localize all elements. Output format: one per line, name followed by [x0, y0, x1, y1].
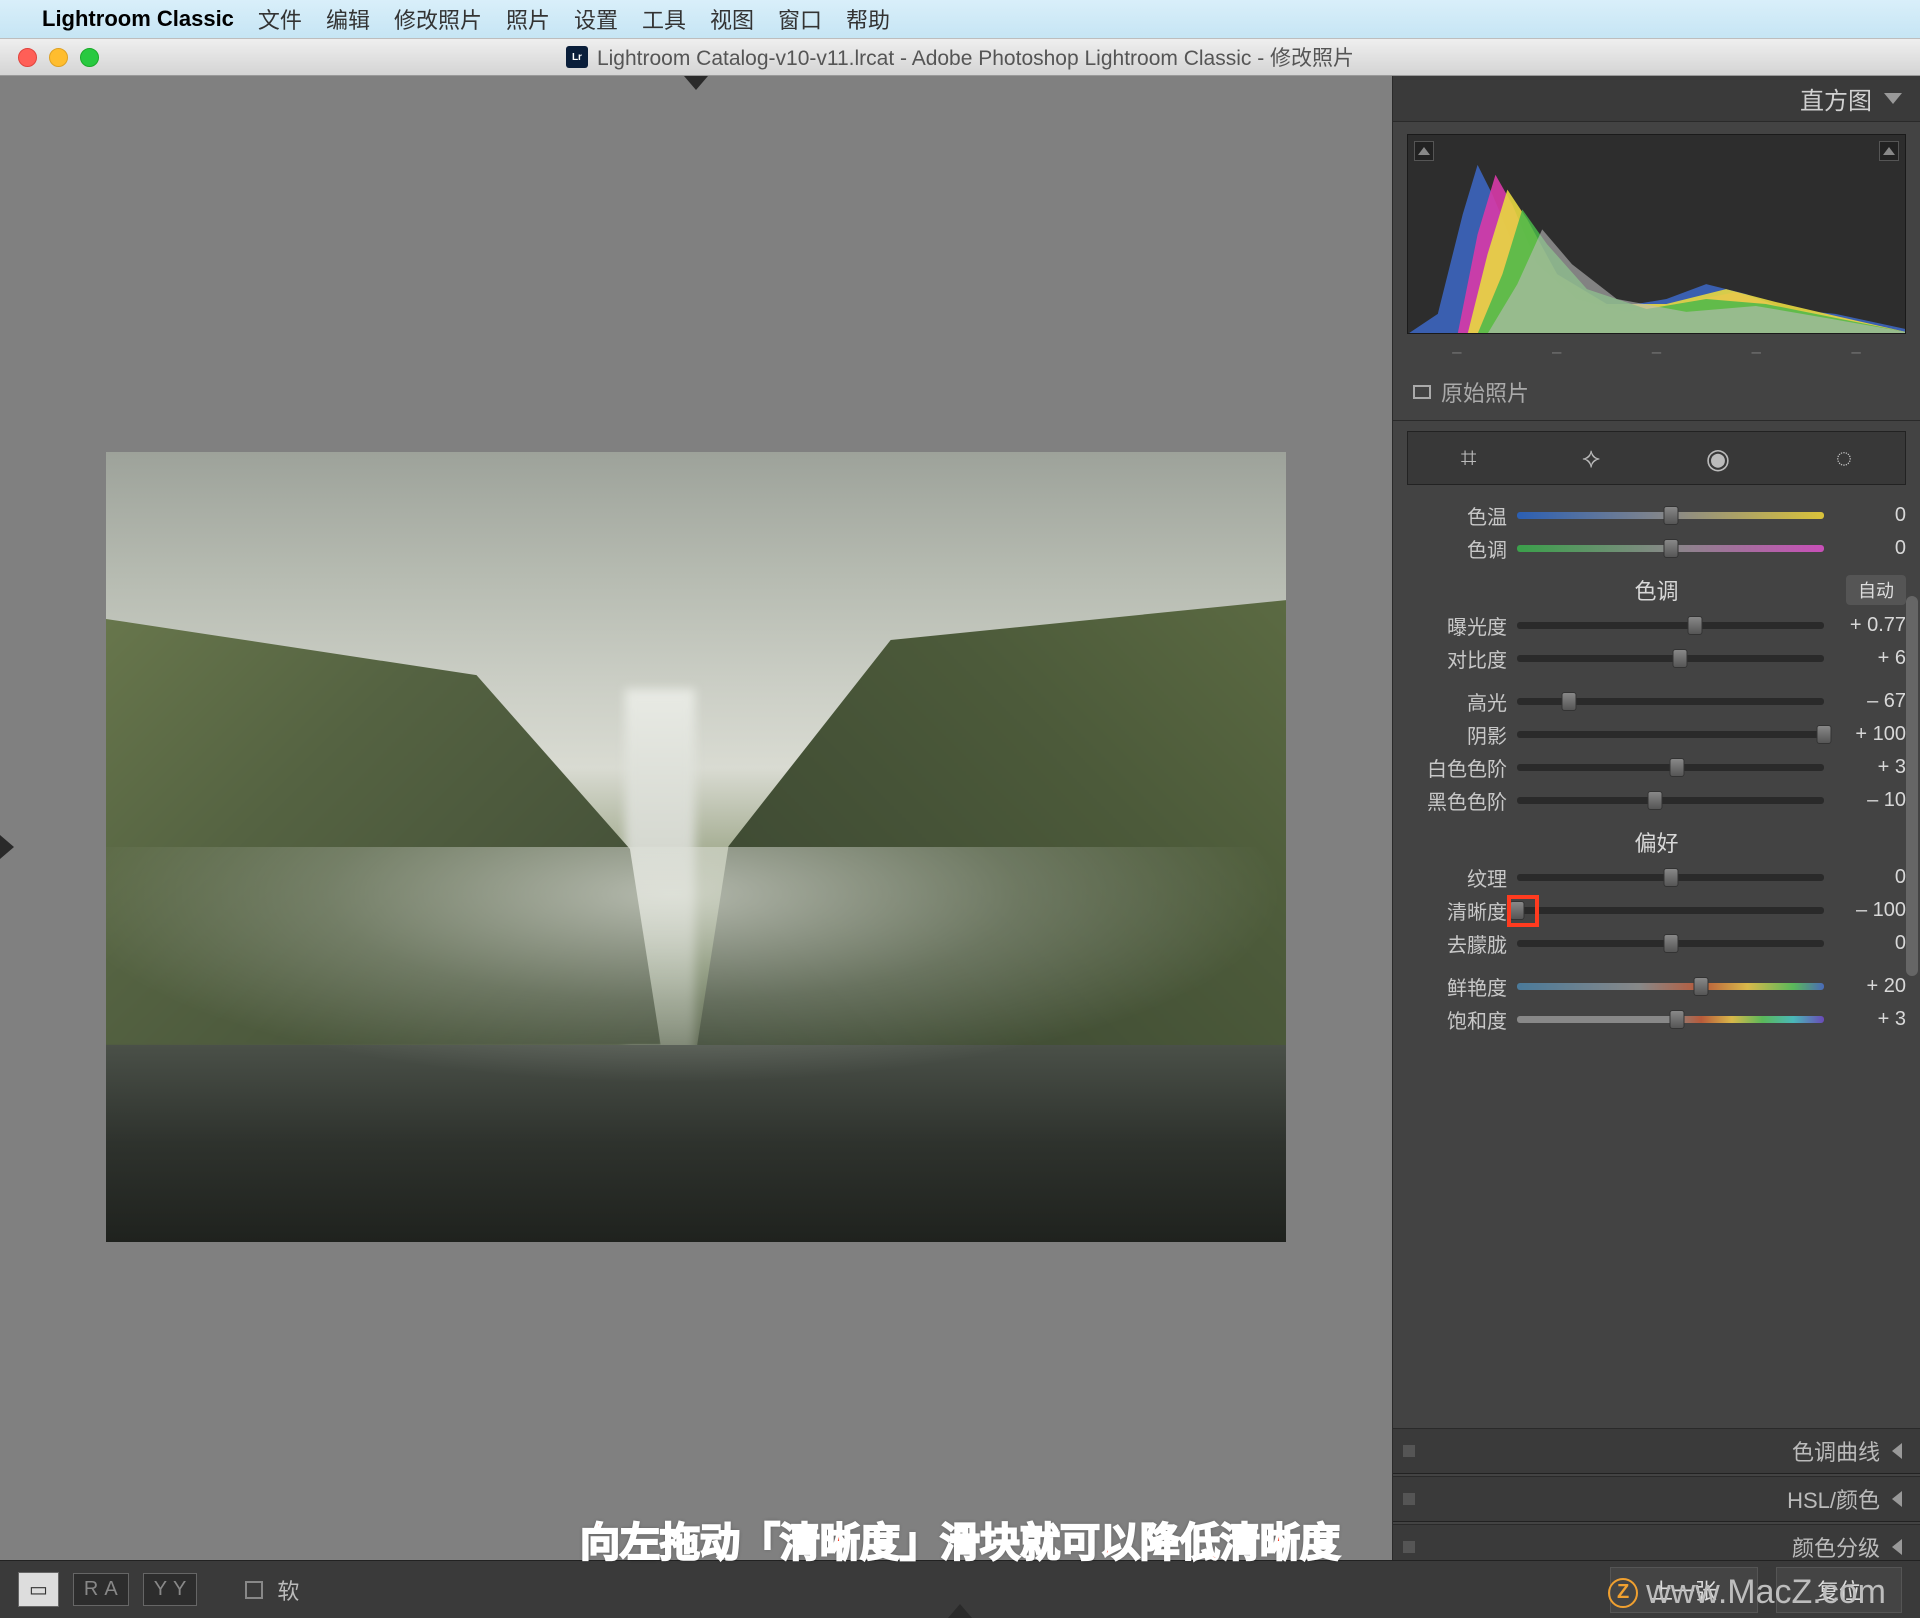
chevron-left-icon — [1892, 1539, 1902, 1555]
app-name[interactable]: Lightroom Classic — [42, 6, 234, 32]
window-title: Lightroom Catalog-v10-v11.lrcat - Adobe … — [597, 42, 1354, 72]
softproof-checkbox[interactable] — [245, 1581, 263, 1599]
window-titlebar: Lr Lightroom Catalog-v10-v11.lrcat - Adob… — [0, 38, 1920, 76]
slider-texture: 纹理0 — [1407, 861, 1906, 894]
menu-settings[interactable]: 设置 — [574, 3, 618, 35]
compare-modes[interactable]: RA — [73, 1573, 129, 1606]
original-photo-row[interactable]: 原始照片 — [1393, 368, 1920, 421]
panel-hsl[interactable]: HSL/颜色 — [1393, 1476, 1920, 1522]
slider-clarity: 清晰度– 100 — [1407, 894, 1906, 927]
develop-panel: 直方图 ––––– 原始照片 ⌗ ⟡ ◉ ◌ 色温0 色调0 色调自动 曝光度+… — [1392, 76, 1920, 1618]
histogram-readouts: ––––– — [1393, 342, 1920, 368]
survey-modes[interactable]: YY — [143, 1573, 198, 1606]
histogram-header[interactable]: 直方图 — [1393, 76, 1920, 122]
auto-button[interactable]: 自动 — [1846, 575, 1906, 605]
slider-highlights: 高光– 67 — [1407, 685, 1906, 718]
slider-whites: 白色色阶+ 3 — [1407, 751, 1906, 784]
menu-window[interactable]: 窗口 — [778, 3, 822, 35]
original-icon — [1413, 385, 1431, 399]
redeye-tool-icon[interactable]: ◉ — [1706, 442, 1730, 475]
menu-photo[interactable]: 照片 — [506, 3, 550, 35]
menu-file[interactable]: 文件 — [258, 3, 302, 35]
histogram[interactable] — [1407, 134, 1906, 334]
presence-section-header: 偏好 — [1407, 823, 1906, 861]
tone-section-header: 色调自动 — [1407, 571, 1906, 609]
softproof-label: 软 — [277, 1574, 299, 1606]
slider-saturation: 饱和度+ 3 — [1407, 1003, 1906, 1036]
slider-exposure: 曝光度+ 0.77 — [1407, 609, 1906, 642]
canvas-area — [0, 76, 1392, 1618]
tool-strip: ⌗ ⟡ ◉ ◌ — [1407, 431, 1906, 485]
crop-tool-icon[interactable]: ⌗ — [1461, 442, 1477, 475]
loupe-view-icon[interactable]: ▭ — [18, 1572, 59, 1607]
preview-image[interactable] — [106, 452, 1286, 1242]
panel-scrollbar[interactable] — [1906, 596, 1918, 976]
chevron-down-icon — [1884, 93, 1902, 104]
menu-develop[interactable]: 修改照片 — [394, 3, 482, 35]
slider-tint: 色调0 — [1407, 532, 1906, 565]
watermark: Zwww.MacZ.com — [1608, 1573, 1886, 1612]
slider-vibrance: 鲜艳度+ 20 — [1407, 970, 1906, 1003]
menu-view[interactable]: 视图 — [710, 3, 754, 35]
menu-edit[interactable]: 编辑 — [326, 3, 370, 35]
heal-tool-icon[interactable]: ⟡ — [1582, 442, 1601, 475]
panel-tone-curve[interactable]: 色调曲线 — [1393, 1428, 1920, 1474]
menu-help[interactable]: 帮助 — [846, 3, 890, 35]
slider-contrast: 对比度+ 6 — [1407, 642, 1906, 675]
chevron-left-icon — [1892, 1443, 1902, 1459]
slider-blacks: 黑色色阶– 10 — [1407, 784, 1906, 817]
slider-dehaze: 去朦胧0 — [1407, 927, 1906, 960]
slider-temp: 色温0 — [1407, 499, 1906, 532]
top-panel-toggle-icon[interactable] — [684, 76, 708, 90]
slider-shadows: 阴影+ 100 — [1407, 718, 1906, 751]
macos-menubar: Lightroom Classic 文件 编辑 修改照片 照片 设置 工具 视图… — [0, 0, 1920, 38]
mask-tool-icon[interactable]: ◌ — [1836, 442, 1853, 474]
left-panel-toggle-icon[interactable] — [0, 835, 14, 859]
filmstrip-toggle-icon[interactable] — [948, 1604, 972, 1618]
menu-tools[interactable]: 工具 — [642, 3, 686, 35]
lightroom-icon: Lr — [566, 46, 588, 68]
chevron-left-icon — [1892, 1491, 1902, 1507]
